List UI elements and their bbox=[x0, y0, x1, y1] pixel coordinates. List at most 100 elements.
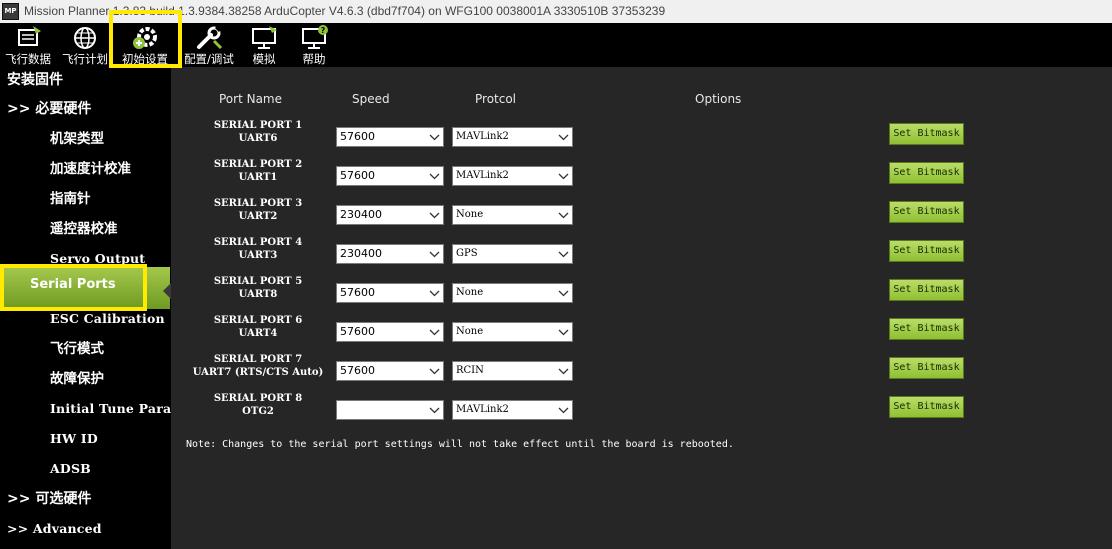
sidebar-mandatory-hardware[interactable]: >> 必要硬件 bbox=[0, 95, 171, 123]
flight-plan-globe-icon bbox=[74, 27, 96, 49]
chevron-down-icon bbox=[429, 368, 440, 375]
chevron-down-icon bbox=[558, 329, 569, 336]
protocol-value: MAVLink2 bbox=[456, 131, 509, 142]
chevron-down-icon bbox=[429, 173, 440, 180]
speed-value: 57600 bbox=[340, 169, 375, 182]
port-name-label: SERIAL PORT 5 UART8 bbox=[186, 275, 330, 301]
port-name: SERIAL PORT 6 bbox=[213, 315, 303, 326]
set-bitmask-button[interactable]: Set Bitmask bbox=[889, 201, 964, 223]
protocol-select[interactable]: None bbox=[452, 205, 573, 225]
set-bitmask-button[interactable]: Set Bitmask bbox=[889, 279, 964, 301]
speed-select[interactable]: 57600 bbox=[336, 322, 444, 342]
serial-port-row: SERIAL PORT 6 UART4 57600 None Set Bitma… bbox=[172, 314, 1112, 353]
port-name-label: SERIAL PORT 8 OTG2 bbox=[186, 392, 330, 418]
set-bitmask-button[interactable]: Set Bitmask bbox=[889, 396, 964, 418]
set-bitmask-button[interactable]: Set Bitmask bbox=[889, 240, 964, 262]
sidebar-advanced[interactable]: >> Advanced bbox=[0, 515, 171, 543]
port-name: SERIAL PORT 2 bbox=[213, 159, 303, 170]
protocol-select[interactable]: RCIN bbox=[452, 361, 573, 381]
sidebar-item-initial-tune[interactable]: Initial Tune Parameters bbox=[0, 395, 171, 423]
sidebar-optional-hardware[interactable]: >> 可选硬件 bbox=[0, 485, 171, 513]
serial-ports-panel: Port Name Speed Protcol Options SERIAL P… bbox=[172, 67, 1112, 549]
speed-select[interactable]: 57600 bbox=[336, 283, 444, 303]
toolbar-flight-data-button[interactable]: 飞行数据 bbox=[0, 23, 56, 67]
protocol-select[interactable]: None bbox=[452, 322, 573, 342]
protocol-value: GPS bbox=[456, 248, 478, 259]
config-tuning-icon bbox=[197, 25, 223, 50]
speed-value: 57600 bbox=[340, 130, 375, 143]
protocol-select[interactable]: GPS bbox=[452, 244, 573, 264]
toolbar-help-button[interactable]: ? 帮助 bbox=[292, 23, 336, 67]
port-name-label: SERIAL PORT 7 UART7 (RTS/CTS Auto) bbox=[186, 353, 330, 379]
protocol-select[interactable]: None bbox=[452, 283, 573, 303]
speed-select[interactable]: 57600 bbox=[336, 127, 444, 147]
simulation-icon bbox=[252, 26, 277, 49]
port-name: SERIAL PORT 3 bbox=[213, 198, 303, 209]
protocol-select[interactable]: MAVLink2 bbox=[452, 166, 573, 186]
sidebar-install-firmware[interactable]: 安装固件 bbox=[0, 66, 171, 94]
header-speed: Speed bbox=[352, 92, 390, 106]
speed-value: 57600 bbox=[340, 286, 375, 299]
serial-port-row: SERIAL PORT 7 UART7 (RTS/CTS Auto) 57600… bbox=[172, 353, 1112, 392]
chevron-down-icon bbox=[558, 251, 569, 258]
sidebar-item-frame-type[interactable]: 机架类型 bbox=[0, 125, 171, 153]
toolbar-flight-plan-button[interactable]: 飞行计划 bbox=[58, 23, 112, 67]
sidebar-item-flight-modes[interactable]: 飞行模式 bbox=[0, 335, 171, 363]
chevron-down-icon bbox=[558, 290, 569, 297]
port-name: SERIAL PORT 7 bbox=[213, 354, 303, 365]
set-bitmask-button[interactable]: Set Bitmask bbox=[889, 357, 964, 379]
chevron-down-icon bbox=[429, 212, 440, 219]
port-uart: UART3 bbox=[238, 250, 278, 261]
serial-port-row: SERIAL PORT 8 OTG2 MAVLink2 Set Bitmask bbox=[172, 392, 1112, 431]
header-protocol: Protcol bbox=[475, 92, 517, 106]
toolbar-label: 配置/调试 bbox=[184, 52, 234, 66]
protocol-value: MAVLink2 bbox=[456, 404, 509, 415]
sidebar-item-radio-calibration[interactable]: 遥控器校准 bbox=[0, 215, 171, 243]
protocol-select[interactable]: MAVLink2 bbox=[452, 400, 573, 420]
speed-value: 57600 bbox=[340, 325, 375, 338]
toolbar-label: 帮助 bbox=[302, 52, 326, 66]
port-name: SERIAL PORT 1 bbox=[213, 120, 303, 131]
sidebar-item-adsb[interactable]: ADSB bbox=[0, 455, 171, 483]
speed-select[interactable] bbox=[336, 400, 444, 420]
chevron-down-icon bbox=[429, 290, 440, 297]
header-options: Options bbox=[695, 92, 742, 106]
chevron-down-icon bbox=[558, 134, 569, 141]
sidebar-item-failsafe[interactable]: 故障保护 bbox=[0, 365, 171, 393]
chevron-down-icon bbox=[558, 407, 569, 414]
sidebar-item-compass[interactable]: 指南针 bbox=[0, 185, 171, 213]
toolbar-label: 飞行计划 bbox=[62, 52, 108, 66]
speed-select[interactable]: 230400 bbox=[336, 205, 444, 225]
speed-select[interactable]: 230400 bbox=[336, 244, 444, 264]
toolbar-label: 飞行数据 bbox=[5, 52, 51, 66]
set-bitmask-button[interactable]: Set Bitmask bbox=[889, 123, 964, 145]
port-uart: UART4 bbox=[238, 328, 278, 339]
toolbar-config-tuning-button[interactable]: 配置/调试 bbox=[178, 23, 240, 67]
chevron-down-icon bbox=[558, 212, 569, 219]
protocol-select[interactable]: MAVLink2 bbox=[452, 127, 573, 147]
protocol-value: None bbox=[456, 326, 484, 337]
chevron-down-icon bbox=[429, 407, 440, 414]
highlight-box-sidebar bbox=[0, 264, 147, 311]
protocol-value: None bbox=[456, 209, 484, 220]
protocol-value: RCIN bbox=[456, 365, 484, 376]
set-bitmask-button[interactable]: Set Bitmask bbox=[889, 162, 964, 184]
serial-port-row: SERIAL PORT 3 UART2 230400 None Set Bitm… bbox=[172, 197, 1112, 236]
svg-text:?: ? bbox=[321, 26, 326, 35]
chevron-down-icon bbox=[558, 173, 569, 180]
serial-port-row: SERIAL PORT 5 UART8 57600 None Set Bitma… bbox=[172, 275, 1112, 314]
serial-port-row: SERIAL PORT 2 UART1 57600 MAVLink2 Set B… bbox=[172, 158, 1112, 197]
speed-select[interactable]: 57600 bbox=[336, 166, 444, 186]
set-bitmask-button[interactable]: Set Bitmask bbox=[889, 318, 964, 340]
port-uart: UART7 (RTS/CTS Auto) bbox=[192, 367, 324, 378]
port-uart: UART8 bbox=[238, 289, 278, 300]
speed-value: 230400 bbox=[340, 247, 382, 260]
sidebar-item-hw-id[interactable]: HW ID bbox=[0, 425, 171, 453]
serial-port-row: SERIAL PORT 1 UART6 57600 MAVLink2 Set B… bbox=[172, 119, 1112, 158]
reboot-note: Note: Changes to the serial port setting… bbox=[186, 439, 734, 450]
port-uart: UART1 bbox=[238, 172, 278, 183]
sidebar-item-accel-calibration[interactable]: 加速度计校准 bbox=[0, 155, 171, 183]
speed-select[interactable]: 57600 bbox=[336, 361, 444, 381]
speed-value: 230400 bbox=[340, 208, 382, 221]
toolbar-simulation-button[interactable]: 模拟 bbox=[242, 23, 286, 67]
